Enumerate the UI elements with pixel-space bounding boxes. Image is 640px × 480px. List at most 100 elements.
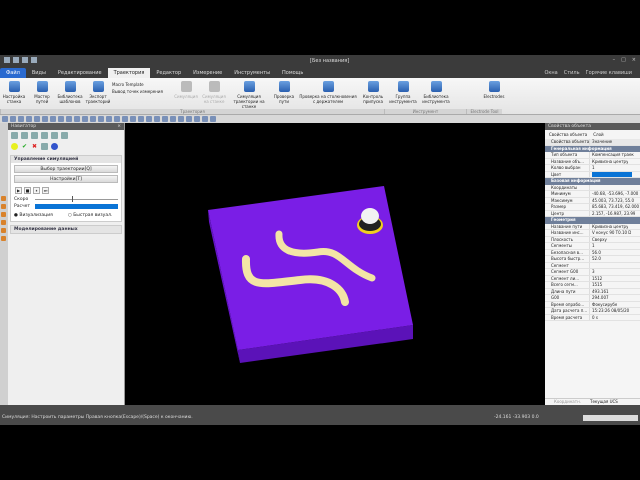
view-icon[interactable]: [98, 116, 104, 122]
property-name: Время расчета: [545, 314, 590, 320]
view-icon[interactable]: [66, 116, 72, 122]
machine-icon: [8, 81, 20, 92]
property-value: [590, 185, 592, 191]
3d-viewport[interactable]: [125, 123, 545, 405]
shade-icon[interactable]: [122, 116, 128, 122]
check-icon[interactable]: ✔: [21, 143, 28, 150]
label: Контроль припуска: [362, 94, 384, 104]
save-icon[interactable]: [18, 116, 24, 122]
data-section-header[interactable]: Моделирование данных: [11, 226, 121, 233]
label: Мастер путей: [34, 94, 50, 104]
menu-hotkeys[interactable]: Горячие клавиши: [586, 70, 632, 76]
label: Симуляция траектории на станке: [233, 94, 265, 109]
menu-help[interactable]: Помощь: [276, 68, 309, 78]
close-icon[interactable]: ×: [117, 124, 121, 129]
property-value: [592, 171, 632, 177]
tool-icon[interactable]: [1, 228, 6, 233]
property-name: Всего сегм...: [545, 282, 590, 288]
label: Группа инструмента: [389, 94, 417, 104]
snap-icon[interactable]: [186, 116, 192, 122]
measure-points-button[interactable]: Вывод точек измерения: [112, 88, 172, 95]
maximize-button[interactable]: □: [621, 57, 626, 63]
stop-button[interactable]: ■: [24, 187, 31, 194]
snap-icon[interactable]: [194, 116, 200, 122]
library-icon: [64, 81, 76, 92]
tab-icon[interactable]: [51, 132, 58, 139]
tool-icon[interactable]: [1, 212, 6, 217]
tool-icon[interactable]: [1, 220, 6, 225]
speed-slider[interactable]: [35, 196, 118, 202]
tool-icon[interactable]: [1, 236, 6, 241]
open-icon[interactable]: [10, 116, 16, 122]
property-value: 1515: [592, 282, 603, 287]
snap-icon[interactable]: [170, 116, 176, 122]
property-row[interactable]: Время расчета 0 s: [545, 314, 640, 321]
property-value: Кривизна центру: [592, 223, 629, 229]
menu-view[interactable]: Виды: [26, 68, 52, 78]
label: Визуализация: [19, 213, 53, 218]
quick-access-toolbar[interactable]: [4, 57, 37, 63]
step-button[interactable]: ⏭: [42, 187, 49, 194]
command-input[interactable]: [583, 415, 638, 421]
pause-button[interactable]: ⏸: [33, 187, 40, 194]
view-icon[interactable]: [74, 116, 80, 122]
view-icon[interactable]: [82, 116, 88, 122]
minimize-button[interactable]: –: [613, 57, 616, 63]
layer-icon[interactable]: [210, 116, 216, 122]
tab-properties[interactable]: Свойства объекта: [549, 132, 587, 137]
tab-icon[interactable]: [41, 132, 48, 139]
shade-icon[interactable]: [114, 116, 120, 122]
menu-editor[interactable]: Редактор: [150, 68, 187, 78]
radio-fast-visualization[interactable]: ○ Быстрая визуал.: [68, 213, 113, 218]
macro-template-button[interactable]: Macro Template: [112, 81, 172, 88]
close-button[interactable]: ×: [632, 57, 636, 63]
cancel-icon[interactable]: ✖: [31, 143, 38, 150]
panel-title: Навигатор: [11, 124, 37, 129]
tree-icon[interactable]: [41, 143, 48, 150]
property-value: 1512: [592, 275, 603, 281]
section-header[interactable]: Управление симуляцией: [11, 156, 121, 163]
help-icon[interactable]: [51, 143, 58, 150]
shade-icon[interactable]: [106, 116, 112, 122]
property-value: 1: [592, 243, 595, 248]
menu-style[interactable]: Стиль: [564, 70, 580, 76]
play-button[interactable]: ▶: [15, 187, 22, 194]
menu-toolpath[interactable]: Траектория: [107, 68, 151, 78]
group-tool: Инструмент: [384, 109, 466, 114]
tool-icon[interactable]: [1, 204, 6, 209]
copy-icon[interactable]: [50, 116, 56, 122]
snap-icon[interactable]: [178, 116, 184, 122]
menu-file[interactable]: Файл: [0, 68, 26, 78]
paste-icon[interactable]: [58, 116, 64, 122]
tab-icon[interactable]: [21, 132, 28, 139]
window-title: [Без названия]: [310, 58, 350, 64]
settings-button[interactable]: Настройки[T]: [14, 175, 118, 183]
select-toolpath-button[interactable]: Выбор траектории[Q]: [14, 165, 118, 173]
property-name: Центр: [545, 210, 590, 216]
menu-measure[interactable]: Измерение: [187, 68, 228, 78]
menu-windows[interactable]: Окна: [544, 70, 557, 76]
tab-icon[interactable]: [11, 132, 18, 139]
cut-icon[interactable]: [42, 116, 48, 122]
pan-icon[interactable]: [154, 116, 160, 122]
property-value: Кривизна центру: [592, 158, 629, 164]
menu-tools[interactable]: Инструменты: [228, 68, 276, 78]
zoom-icon[interactable]: [146, 116, 152, 122]
radio-visualization[interactable]: ● Визуализация: [14, 213, 53, 218]
new-icon[interactable]: [2, 116, 8, 122]
layer-icon[interactable]: [202, 116, 208, 122]
zoom-icon[interactable]: [130, 116, 136, 122]
tab-layer[interactable]: Слой: [593, 132, 603, 137]
view-icon[interactable]: [90, 116, 96, 122]
property-value: 294.007: [592, 295, 609, 300]
menu-edit[interactable]: Редактирование: [52, 68, 108, 78]
redo-icon[interactable]: [34, 116, 40, 122]
ok-icon[interactable]: [11, 143, 18, 150]
tool-icon[interactable]: [1, 196, 6, 201]
zoom-icon[interactable]: [138, 116, 144, 122]
tab-icon[interactable]: [61, 132, 68, 139]
tab-icon[interactable]: [31, 132, 38, 139]
rotate-icon[interactable]: [162, 116, 168, 122]
property-value: 2.157, -16.987, 23.99: [592, 210, 636, 216]
undo-icon[interactable]: [26, 116, 32, 122]
